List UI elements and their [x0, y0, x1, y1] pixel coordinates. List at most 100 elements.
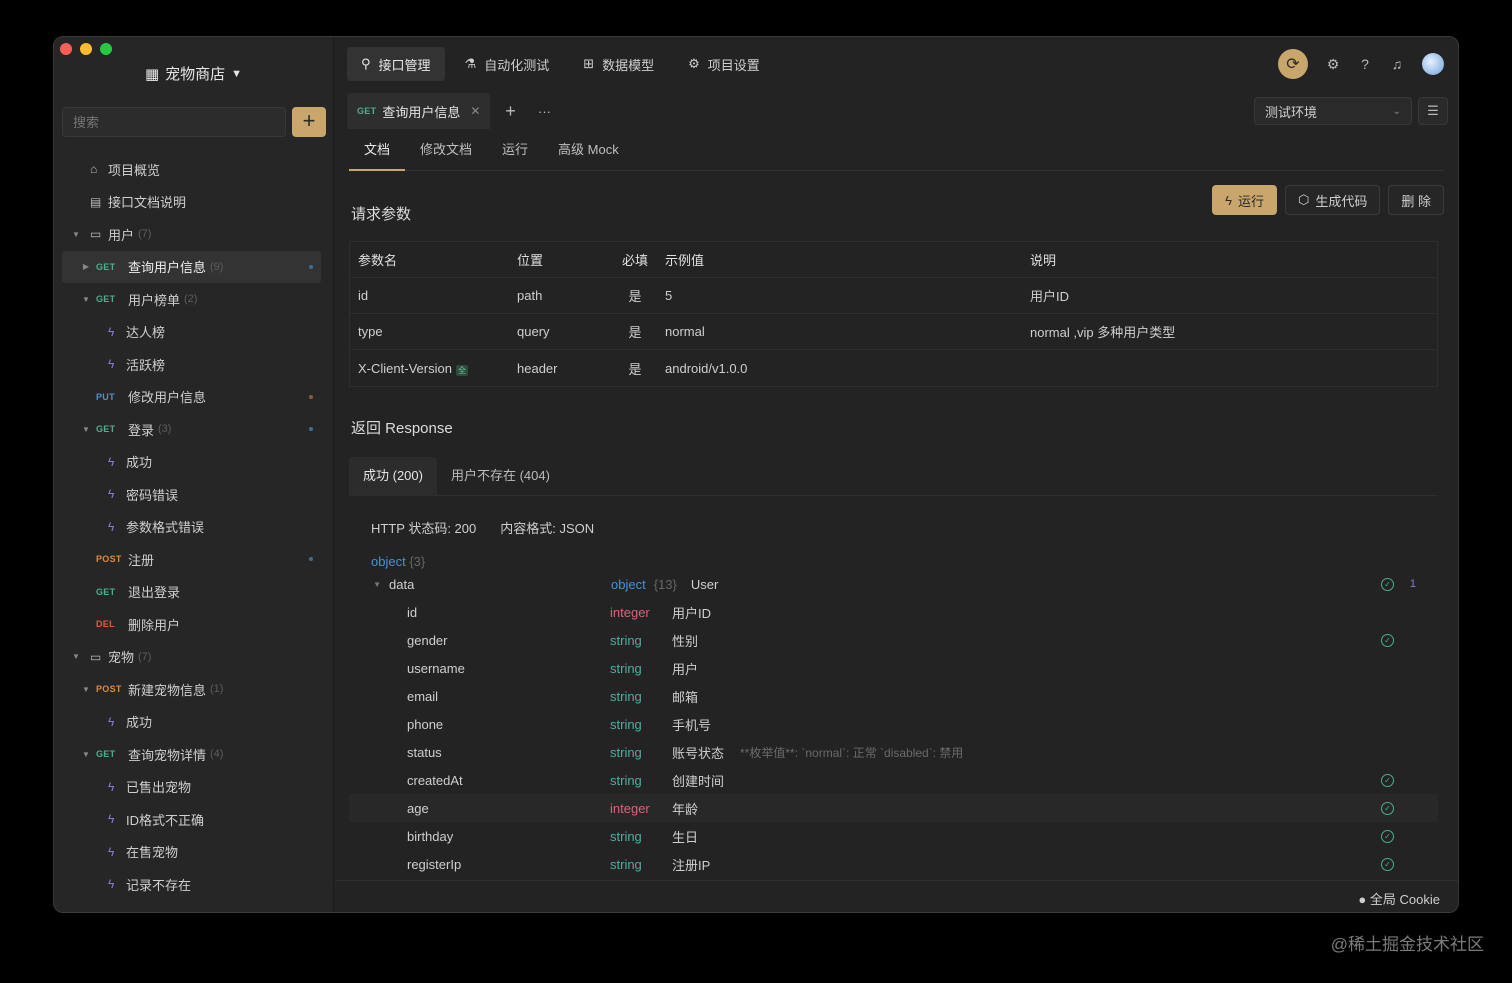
bolt-icon: ϟ — [108, 877, 115, 892]
search-input[interactable] — [62, 107, 286, 137]
check-icon: ✓ — [1381, 633, 1394, 647]
schema-row-data[interactable]: ▼ data object {13} User ✓ 1 — [349, 570, 1438, 598]
link-icon: ⚲ — [361, 56, 371, 71]
caret-right-icon[interactable]: ▶ — [80, 262, 92, 271]
tree-item-get-rank[interactable]: ▼ GET 用户榜单 (2) — [54, 283, 333, 316]
root-type: object — [371, 554, 406, 569]
doc-tab-get-user[interactable]: GET 查询用户信息 ✕ — [347, 93, 491, 129]
new-tab-button[interactable]: + — [496, 101, 524, 122]
case-item-pet-success[interactable]: ϟ 成功 — [54, 706, 333, 739]
add-button[interactable]: + — [292, 107, 326, 137]
minimize-window-button[interactable] — [80, 43, 92, 55]
status-dot — [309, 427, 313, 432]
global-cookie-button[interactable]: ● 全局 Cookie — [1358, 889, 1440, 908]
nav-auto-test[interactable]: ⚗ 自动化测试 — [451, 47, 564, 81]
app-window: ▦ 宠物商店 ▼ + ⌂ 项目概览 ▤ 接口文档说明 ▼ ▭ 用户 (7) ▶ — [53, 36, 1459, 913]
case-item-active[interactable]: ϟ 活跃榜 — [54, 348, 333, 381]
delete-button[interactable]: 删 除 — [1388, 185, 1444, 215]
avatar[interactable] — [1422, 53, 1444, 75]
help-icon[interactable]: ? — [1358, 56, 1372, 72]
close-icon[interactable]: ✕ — [470, 104, 480, 118]
tree-item-label: 参数格式错误 — [126, 520, 205, 536]
settings-icon[interactable]: ⚙ — [1326, 56, 1340, 73]
sub-tabs: 文档 修改文档 运行 高级 Mock — [349, 129, 1444, 171]
tree-item-overview[interactable]: ⌂ 项目概览 — [54, 153, 333, 186]
nav-api-manage[interactable]: ⚲ 接口管理 — [347, 47, 445, 81]
case-item-sold[interactable]: ϟ 已售出宠物 — [54, 771, 333, 804]
tree-item-post-reg[interactable]: POST 注册 — [54, 543, 333, 576]
sync-button[interactable]: ⟳ — [1278, 49, 1308, 79]
project-switcher[interactable]: ▦ 宠物商店 ▼ — [54, 63, 333, 84]
param-desc: normal ,vip 多种用户类型 — [1030, 325, 1176, 340]
bolt-icon: ϟ — [108, 357, 115, 372]
field-type: string — [610, 828, 642, 844]
schema-row[interactable]: gender string 性别 ✓ — [349, 626, 1438, 654]
caret-down-icon[interactable]: ▼ — [80, 425, 92, 434]
schema-row[interactable]: status string 账号状态 **枚举值**: `normal`: 正常 `d… — [349, 738, 1438, 766]
response-tabs: 成功 (200) 用户不存在 (404) — [349, 457, 564, 495]
tree-item-get-login[interactable]: ▼ GET 登录 (3) — [54, 413, 333, 446]
schema-row[interactable]: email string 邮箱 — [349, 682, 1438, 710]
schema-row[interactable]: phone string 手机号 — [349, 710, 1438, 738]
bell-icon[interactable]: ♫ — [1390, 56, 1404, 72]
schema-row[interactable]: id integer 用户ID — [349, 598, 1438, 626]
caret-down-icon[interactable]: ▼ — [349, 580, 389, 589]
tab-response-404[interactable]: 用户不存在 (404) — [437, 457, 564, 495]
tree-item-del-user[interactable]: DEL 删除用户 — [54, 608, 333, 641]
case-item-none[interactable]: ϟ 记录不存在 — [54, 868, 333, 901]
status-dot — [309, 394, 313, 399]
schema-row[interactable]: createdAt string 创建时间 ✓ — [349, 766, 1438, 794]
bolt-icon: ϟ — [1225, 192, 1232, 208]
caret-down-icon[interactable]: ▼ — [80, 685, 92, 694]
env-select[interactable]: 测试环境 ⌄ — [1254, 97, 1412, 125]
run-button[interactable]: ϟ 运行 — [1212, 185, 1277, 215]
case-item-onsale[interactable]: ϟ 在售宠物 — [54, 836, 333, 869]
folder-pet[interactable]: ▼ ▭ 宠物 (7) — [54, 641, 333, 674]
caret-down-icon[interactable]: ▼ — [80, 750, 92, 759]
field-desc: 创建时间 — [672, 773, 725, 789]
close-window-button[interactable] — [60, 43, 72, 55]
field-name: birthday — [407, 828, 454, 844]
tree-item-label: 在售宠物 — [126, 845, 179, 861]
tree-item-get-logout[interactable]: GET 退出登录 — [54, 576, 333, 609]
generate-code-button[interactable]: ⬡ 生成代码 — [1285, 185, 1381, 215]
case-item-id[interactable]: ϟ ID格式不正确 — [54, 803, 333, 836]
tab-response-200[interactable]: 成功 (200) — [349, 457, 437, 495]
schema-row[interactable]: username string 用户 — [349, 654, 1438, 682]
tree-item-post-pet[interactable]: ▼ POST 新建宠物信息 (1) — [54, 673, 333, 706]
col-header: 参数名 — [358, 253, 398, 268]
caret-down-icon[interactable]: ▼ — [70, 652, 82, 661]
tree-item-get-user[interactable]: ▶ GET 查询用户信息 (9) — [62, 250, 321, 283]
document-icon: ▤ — [90, 194, 102, 209]
more-tabs-button[interactable]: ··· — [530, 104, 558, 119]
col-header: 示例值 — [665, 253, 705, 268]
tree-item-get-pet[interactable]: ▼ GET 查询宠物详情 (4) — [54, 738, 333, 771]
case-item-daren[interactable]: ϟ 达人榜 — [54, 316, 333, 349]
tree-item-label: 密码错误 — [126, 487, 179, 503]
schema-row[interactable]: birthday string 生日 ✓ — [349, 822, 1438, 850]
caret-down-icon[interactable]: ▼ — [80, 295, 92, 304]
list-menu-button[interactable]: ☰ — [1418, 97, 1448, 125]
case-item-pwd[interactable]: ϟ 密码错误 — [54, 478, 333, 511]
schema-row[interactable]: registerIp string 注册IP ✓ — [349, 850, 1438, 878]
tab-edit-doc[interactable]: 修改文档 — [405, 129, 487, 170]
flask-icon: ⚗ — [464, 56, 477, 71]
tab-advanced-mock[interactable]: 高级 Mock — [543, 129, 634, 170]
param-pos: path — [517, 288, 543, 303]
maximize-window-button[interactable] — [100, 43, 112, 55]
case-item-fmt[interactable]: ϟ 参数格式错误 — [54, 511, 333, 544]
tree-item-doc-desc[interactable]: ▤ 接口文档说明 — [54, 186, 333, 219]
schema-row[interactable]: age integer 年龄 ✓ — [349, 794, 1438, 822]
field-type: string — [610, 688, 642, 704]
tab-doc[interactable]: 文档 — [349, 129, 406, 171]
tree-item-put-user[interactable]: PUT 修改用户信息 — [54, 381, 333, 414]
nav-project-settings[interactable]: ⚙ 项目设置 — [674, 47, 774, 81]
field-desc: 用户 — [672, 661, 699, 677]
method-badge: GET — [96, 586, 116, 597]
caret-down-icon[interactable]: ▼ — [70, 230, 82, 239]
case-item-success[interactable]: ϟ 成功 — [54, 446, 333, 479]
folder-user[interactable]: ▼ ▭ 用户 (7) — [54, 218, 333, 251]
tab-run[interactable]: 运行 — [487, 129, 543, 170]
sync-icon: ⟳ — [1286, 56, 1300, 73]
nav-data-model[interactable]: ⊞ 数据模型 — [569, 47, 668, 81]
